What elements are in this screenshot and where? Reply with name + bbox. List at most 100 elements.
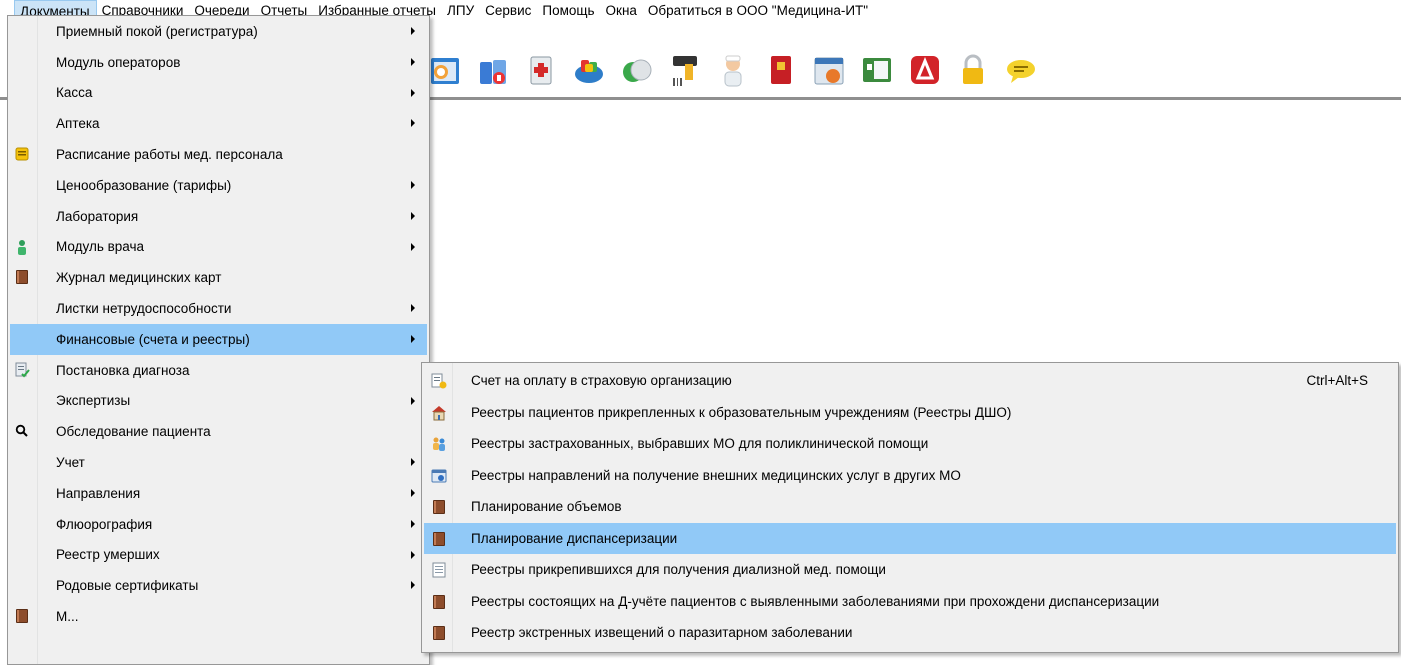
menu-item-doctor-module[interactable]: Модуль врача: [10, 232, 427, 263]
menu-item-label: Касса: [56, 85, 93, 101]
nurse-icon[interactable]: [713, 50, 753, 90]
submenu-arrow-icon: [411, 27, 415, 35]
menu-item-label: Постановка диагноза: [56, 362, 190, 378]
invoice-icon: [431, 373, 447, 389]
submenu-item-external-referrals[interactable]: Реестры направлений на получение внешних…: [424, 460, 1396, 492]
menu-item-label: Направления: [56, 485, 141, 501]
submenu-arrow-icon: [411, 304, 415, 313]
menu-item-expertise[interactable]: Экспертизы: [10, 386, 427, 417]
doctor-schedule-icon[interactable]: [425, 50, 465, 90]
submenu-arrow-icon: [411, 550, 415, 559]
menu-service[interactable]: Сервис: [480, 0, 537, 22]
menu-item-pricing[interactable]: Ценообразование (тарифы): [10, 170, 427, 201]
submenu-item-volume-planning[interactable]: Планирование объемов: [424, 491, 1396, 523]
menu-item-label: Журнал медицинских карт: [56, 270, 222, 286]
menu-item-cut-off[interactable]: М...: [10, 601, 427, 632]
book-icon: [431, 625, 447, 641]
book-icon: [14, 608, 30, 624]
submenu-arrow-icon: [411, 519, 415, 528]
submenu-item-parasitic-notices[interactable]: Реестр экстренных извещений о паразитарн…: [424, 617, 1396, 649]
submenu-item-label: Планирование объемов: [471, 499, 622, 515]
submenu-arrow-icon: [411, 335, 415, 343]
submenu-item-label: Счет на оплату в страховую организацию: [471, 373, 732, 389]
menu-item-finance[interactable]: Финансовые (счета и реестры): [10, 324, 427, 355]
menu-item-sick-leave[interactable]: Листки нетрудоспособности: [10, 293, 427, 324]
menu-windows[interactable]: Окна: [601, 0, 643, 22]
calendar-icon[interactable]: [809, 50, 849, 90]
menu-item-accounting[interactable]: Учет: [10, 447, 427, 478]
menu-item-med-cards[interactable]: Журнал медицинских карт: [10, 262, 427, 293]
menu-item-label: Финансовые (счета и реестры): [56, 331, 250, 347]
book-icon: [431, 594, 447, 610]
submenu-arrow-icon: [411, 119, 415, 128]
menu-item-operators[interactable]: Модуль операторов: [10, 47, 427, 78]
menu-item-schedule[interactable]: Расписание работы мед. персонала: [10, 139, 427, 170]
menu-item-label: Аптека: [56, 116, 100, 132]
menu-item-label: Расписание работы мед. персонала: [56, 147, 283, 163]
submenu-item-insurance-invoice[interactable]: Счет на оплату в страховую организацию C…: [424, 365, 1396, 397]
referral-icon: [431, 468, 447, 484]
menu-item-label: Модуль операторов: [56, 54, 181, 70]
menu-contact[interactable]: Обратиться в ООО "Медицина-ИТ": [643, 0, 874, 22]
people-icon: [431, 436, 447, 452]
menu-item-deceased-registry[interactable]: Реестр умерших: [10, 540, 427, 571]
submenu-item-label: Планирование диспансеризации: [471, 530, 678, 546]
menu-lpu[interactable]: ЛПУ: [442, 0, 480, 22]
submenu-item-label: Реестры направлений на получение внешних…: [471, 467, 961, 483]
menu-item-pharmacy[interactable]: Аптека: [10, 108, 427, 139]
documents-menu: Приемный покой (регистратура) Модуль опе…: [7, 15, 430, 665]
submenu-arrow-icon: [411, 211, 415, 220]
menu-item-cashier[interactable]: Касса: [10, 78, 427, 109]
acrobat-icon[interactable]: [905, 50, 945, 90]
submenu-arrow-icon: [411, 181, 415, 189]
medical-kit-icon[interactable]: [521, 50, 561, 90]
menu-item-fluorography[interactable]: Флюорография: [10, 509, 427, 540]
menu-help[interactable]: Помощь: [537, 0, 600, 22]
book-icon: [431, 531, 447, 547]
menu-item-referrals[interactable]: Направления: [10, 478, 427, 509]
submenu-item-label: Реестры пациентов прикрепленных к образо…: [471, 404, 1012, 420]
pharmacy-icon[interactable]: [473, 50, 513, 90]
menu-item-examination[interactable]: Обследование пациента: [10, 416, 427, 447]
submenu-item-d-account-registry[interactable]: Реестры состоящих на Д-учёте пациентов с…: [424, 586, 1396, 618]
submenu-arrow-icon: [411, 581, 415, 590]
menu-item-label: Учет: [56, 455, 85, 471]
menu-item-label: Родовые сертификаты: [56, 578, 199, 594]
submenu-item-dsho-registry[interactable]: Реестры пациентов прикрепленных к образо…: [424, 397, 1396, 429]
submenu-item-label: Реестры состоящих на Д-учёте пациентов с…: [471, 593, 1160, 609]
submenu-item-insured-registry[interactable]: Реестры застрахованных, выбравших МО для…: [424, 428, 1396, 460]
passport-icon[interactable]: [761, 50, 801, 90]
registry-icon[interactable]: [857, 50, 897, 90]
shortcut-label: Ctrl+Alt+S: [1306, 373, 1368, 389]
barcode-scanner-icon[interactable]: [665, 50, 705, 90]
menu-item-label: Флюорография: [56, 516, 153, 532]
menu-item-label: Обследование пациента: [56, 424, 211, 440]
menu-item-label: Модуль врача: [56, 239, 145, 255]
message-icon[interactable]: [1001, 50, 1041, 90]
submenu-item-dispensary-planning[interactable]: Планирование диспансеризации: [424, 522, 1396, 554]
submenu-arrow-icon: [411, 489, 415, 497]
diagnosis-icon: [14, 362, 30, 378]
submenu-arrow-icon: [411, 88, 415, 97]
menu-item-diagnosis[interactable]: Постановка диагноза: [10, 355, 427, 386]
pills-icon[interactable]: [617, 50, 657, 90]
submenu-item-dialysis-registry[interactable]: Реестры прикрепившихся для получения диа…: [424, 554, 1396, 586]
submenu-item-label: Реестр экстренных извещений о паразитарн…: [471, 625, 853, 641]
menu-item-reception[interactable]: Приемный покой (регистратура): [10, 16, 427, 47]
submenu-arrow-icon: [411, 57, 415, 66]
submenu-arrow-icon: [411, 242, 415, 251]
submenu-arrow-icon: [411, 396, 415, 405]
menu-item-label: М...: [56, 609, 79, 625]
med-shop-icon[interactable]: [569, 50, 609, 90]
lock-icon[interactable]: [953, 50, 993, 90]
menu-item-birth-certificates[interactable]: Родовые сертификаты: [10, 570, 427, 601]
menu-item-label: Листки нетрудоспособности: [56, 301, 232, 317]
submenu-arrow-icon: [411, 458, 415, 467]
book-icon: [14, 269, 30, 285]
doctor-icon: [14, 239, 30, 255]
menu-item-laboratory[interactable]: Лаборатория: [10, 201, 427, 232]
menu-item-label: Ценообразование (тарифы): [56, 177, 232, 193]
menu-item-label: Приемный покой (регистратура): [56, 23, 258, 39]
menu-item-label: Лаборатория: [56, 208, 139, 224]
document-icon: [431, 562, 447, 578]
